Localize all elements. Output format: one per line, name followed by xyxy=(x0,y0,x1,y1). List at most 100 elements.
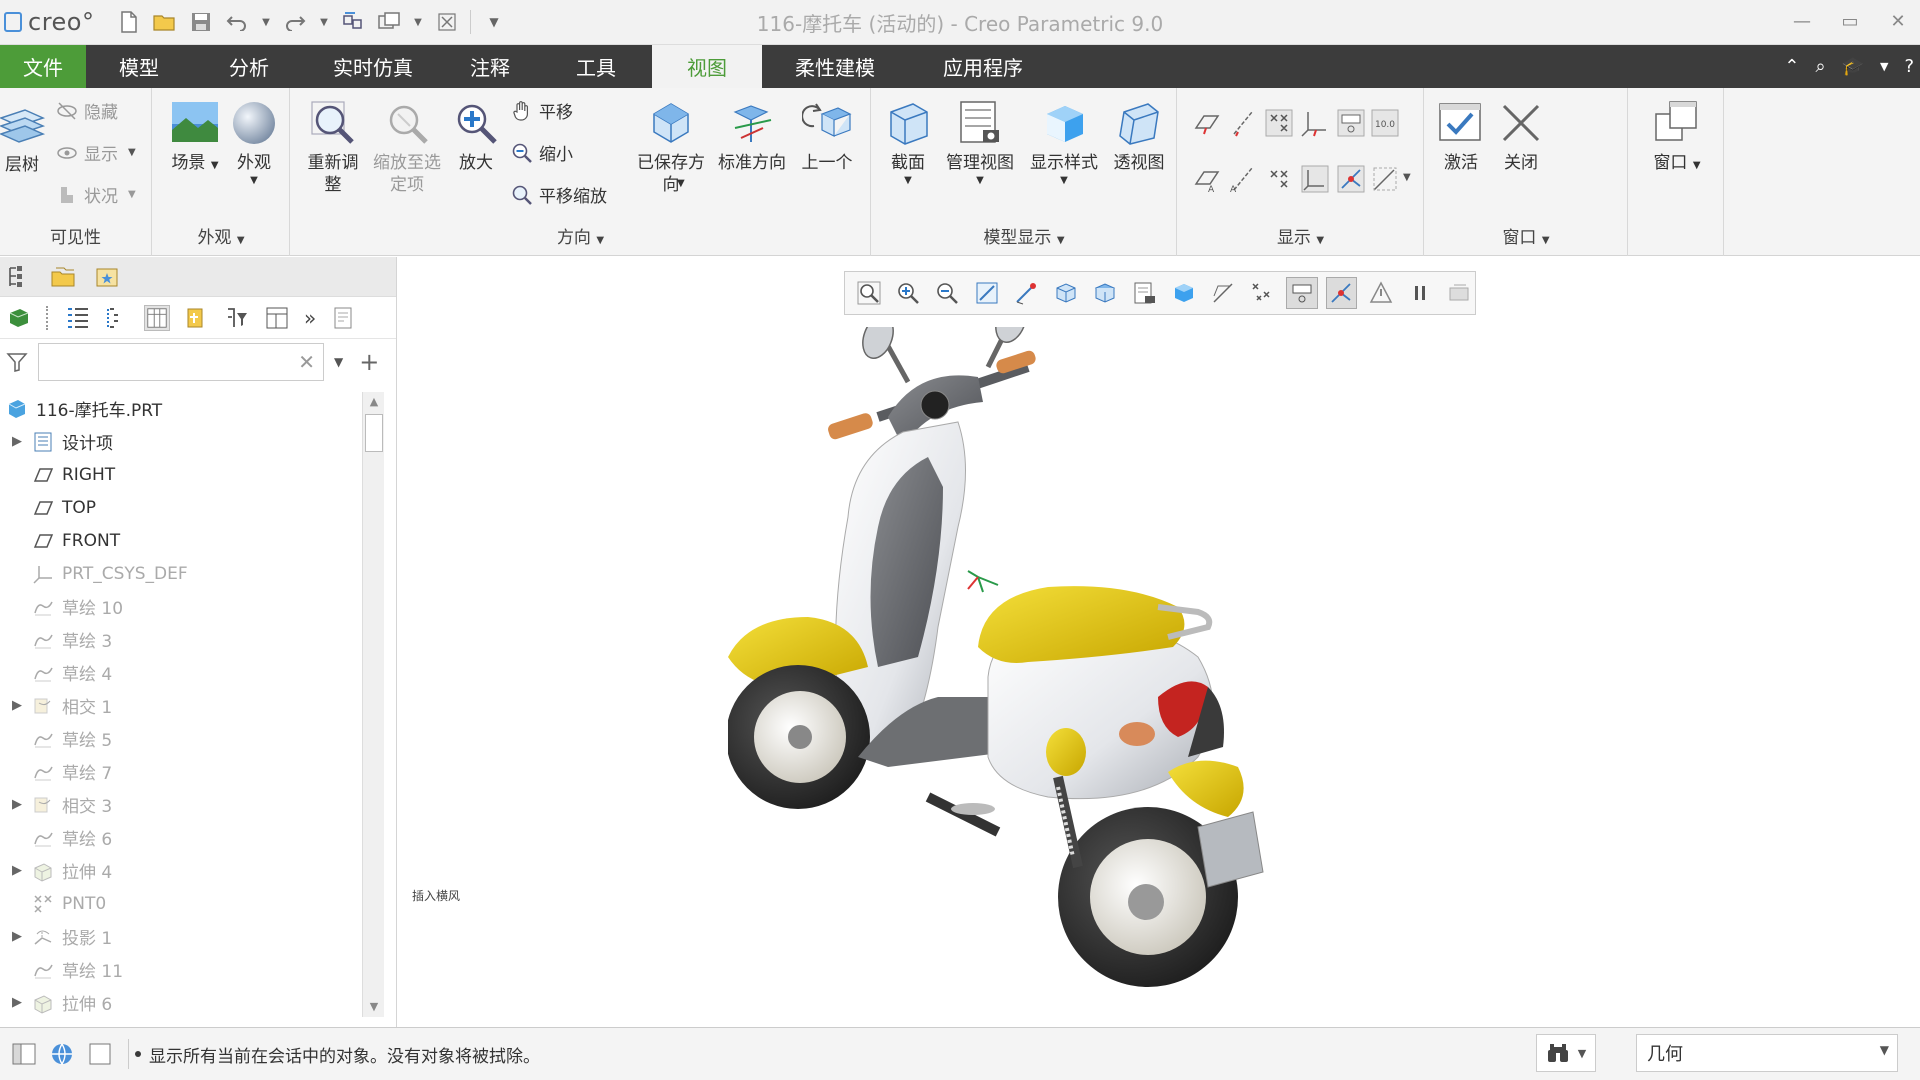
appearance-dropdown-icon[interactable]: ▼ xyxy=(250,174,258,187)
saved-orientations-icon[interactable] xyxy=(1050,277,1081,309)
curve-display-icon[interactable] xyxy=(1370,164,1400,194)
view-manager-icon[interactable] xyxy=(1444,277,1475,309)
perspective-button[interactable]: 透视图 xyxy=(1106,98,1172,174)
repaint-icon[interactable] xyxy=(971,277,1002,309)
toggle-browser-icon[interactable] xyxy=(48,1040,76,1068)
section-button[interactable]: 截面 ▼ xyxy=(880,98,936,187)
manage-views-dropdown-icon[interactable]: ▼ xyxy=(976,174,984,187)
spin-center-display-icon[interactable] xyxy=(1325,277,1357,309)
full-screen-icon[interactable] xyxy=(86,1040,114,1068)
scroll-thumb[interactable] xyxy=(365,414,383,452)
layer-tree-button[interactable]: 层树 xyxy=(0,100,46,176)
tab-applications[interactable]: 应用程序 xyxy=(908,45,1058,88)
close-window-icon[interactable] xyxy=(434,9,460,35)
model-tree-tab-icon[interactable] xyxy=(6,264,32,290)
tree-item-point[interactable]: PNT0 xyxy=(0,887,365,920)
expand-arrow-icon[interactable]: ▶ xyxy=(12,434,28,449)
tree-item-sketch[interactable]: 草绘 3 xyxy=(0,623,365,656)
tree-filter-settings-icon[interactable] xyxy=(224,305,250,331)
highlight-icon[interactable] xyxy=(184,305,210,331)
tab-model[interactable]: 模型 xyxy=(86,45,192,88)
clear-search-icon[interactable]: ✕ xyxy=(298,350,315,374)
saved-orientations-button[interactable]: 已保存方 向 ▼ xyxy=(633,98,709,196)
zoom-out-button[interactable]: 缩小 xyxy=(511,140,573,165)
new-file-icon[interactable] xyxy=(116,9,142,35)
hide-button[interactable]: 隐藏 xyxy=(56,98,118,123)
windows-dropdown-icon[interactable]: ▼ xyxy=(412,9,424,35)
show-button[interactable]: 显示 ▼ xyxy=(56,140,136,165)
tree-item-sketch[interactable]: 草绘 4 xyxy=(0,656,365,689)
tree-item-intersect[interactable]: ▶ 相交 1 xyxy=(0,689,365,722)
tab-flexible-modeling[interactable]: 柔性建模 xyxy=(762,45,908,88)
expand-arrow-icon[interactable]: ▶ xyxy=(12,929,28,944)
spin-center-display-icon[interactable] xyxy=(1336,164,1366,194)
tab-live-simulation[interactable]: 实时仿真 xyxy=(306,45,440,88)
scene-dropdown-icon[interactable]: ▼ xyxy=(211,160,219,171)
undo-dropdown-icon[interactable]: ▼ xyxy=(260,9,272,35)
status-dropdown-icon[interactable]: ▼ xyxy=(128,189,136,200)
spin-center-icon[interactable] xyxy=(1011,277,1042,309)
tree-layout-icon[interactable] xyxy=(264,305,290,331)
expand-arrow-icon[interactable]: ▶ xyxy=(12,698,28,713)
saved-orientations-dropdown-icon[interactable]: ▼ xyxy=(677,177,685,190)
add-filter-icon[interactable]: + xyxy=(359,348,379,376)
close-icon[interactable]: ✕ xyxy=(1884,6,1912,36)
windows-icon[interactable] xyxy=(376,9,402,35)
search-icon[interactable]: ⌕ xyxy=(1815,56,1825,77)
close-button[interactable]: 关闭 xyxy=(1493,98,1549,174)
zoom-to-selected-button[interactable]: 缩放至选 定项 xyxy=(367,98,447,196)
filter-dropdown-icon[interactable]: ▼ xyxy=(1880,1043,1889,1057)
regenerate-icon[interactable] xyxy=(340,9,366,35)
tree-item-projection[interactable]: ▶ 投影 1 xyxy=(0,920,365,953)
manage-views-button[interactable]: 管理视图 ▼ xyxy=(938,98,1022,187)
appearance-group-dropdown-icon[interactable]: ▼ xyxy=(237,235,245,246)
scroll-up-icon[interactable]: ▲ xyxy=(363,392,385,412)
folder-browser-tab-icon[interactable] xyxy=(50,264,76,290)
tree-item-plane-top[interactable]: TOP xyxy=(0,491,365,524)
appearance-button[interactable]: 外观 ▼ xyxy=(227,98,281,187)
plane-display-icon[interactable] xyxy=(1192,108,1222,138)
expand-arrow-icon[interactable]: ▶ xyxy=(12,995,28,1010)
expand-arrow-icon[interactable]: ▶ xyxy=(12,863,28,878)
csys-display-icon[interactable] xyxy=(1300,108,1330,138)
collapse-tree-icon[interactable] xyxy=(104,305,130,331)
minimize-icon[interactable]: — xyxy=(1788,6,1816,36)
tab-annotate[interactable]: 注释 xyxy=(440,45,540,88)
tree-item-sketch[interactable]: 草绘 6 xyxy=(0,821,365,854)
scroll-down-icon[interactable]: ▼ xyxy=(363,997,385,1017)
redo-dropdown-icon[interactable]: ▼ xyxy=(318,9,330,35)
orientation-group-dropdown-icon[interactable]: ▼ xyxy=(596,235,604,246)
perspective-icon[interactable] xyxy=(1365,277,1396,309)
zoom-out-icon[interactable] xyxy=(932,277,963,309)
tree-item-plane-front[interactable]: FRONT xyxy=(0,524,365,557)
customize-qat-icon[interactable]: ▼ xyxy=(481,9,507,35)
previous-orientation-button[interactable]: 上一个 xyxy=(795,98,859,174)
window-group-dropdown-icon[interactable]: ▼ xyxy=(1542,235,1550,246)
standard-orientation-icon[interactable] xyxy=(1089,277,1120,309)
axis-display-icon[interactable] xyxy=(1228,108,1258,138)
tree-item-sketch[interactable]: 草绘 7 xyxy=(0,755,365,788)
more-tools-icon[interactable]: » xyxy=(304,306,316,330)
model-display-group-dropdown-icon[interactable]: ▼ xyxy=(1057,235,1065,246)
axis-tag-display-icon[interactable]: A xyxy=(1228,164,1258,194)
save-icon[interactable] xyxy=(188,9,214,35)
undo-icon[interactable] xyxy=(224,9,250,35)
collapse-ribbon-icon[interactable]: ⌃ xyxy=(1784,56,1799,77)
selection-filter-dropdown[interactable]: 几何 ▼ xyxy=(1636,1034,1898,1072)
show-more-dropdown-icon[interactable]: ▼ xyxy=(1403,172,1411,183)
tree-item-sketch[interactable]: 草绘 11 xyxy=(0,953,365,986)
point-tag-display-icon[interactable] xyxy=(1264,164,1294,194)
show-dropdown-icon[interactable]: ▼ xyxy=(128,147,136,158)
tab-file[interactable]: 文件 xyxy=(0,45,86,88)
tree-item-extrude[interactable]: ▶ 拉伸 6 xyxy=(0,986,365,1019)
tree-item-plane-right[interactable]: RIGHT xyxy=(0,458,365,491)
tree-item-root-part[interactable]: 116-摩托车.PRT xyxy=(0,392,365,425)
pause-icon[interactable] xyxy=(1404,277,1435,309)
plane-tag-display-icon[interactable]: A xyxy=(1192,164,1222,194)
tree-item-intersect[interactable]: ▶ 相交 3 xyxy=(0,788,365,821)
favorites-tab-icon[interactable] xyxy=(94,264,120,290)
manage-views-icon[interactable] xyxy=(1129,277,1160,309)
tree-item-sketch[interactable]: 草绘 5 xyxy=(0,722,365,755)
datum-display-icon[interactable] xyxy=(1207,277,1238,309)
tree-search-input[interactable]: ✕ xyxy=(38,343,324,381)
